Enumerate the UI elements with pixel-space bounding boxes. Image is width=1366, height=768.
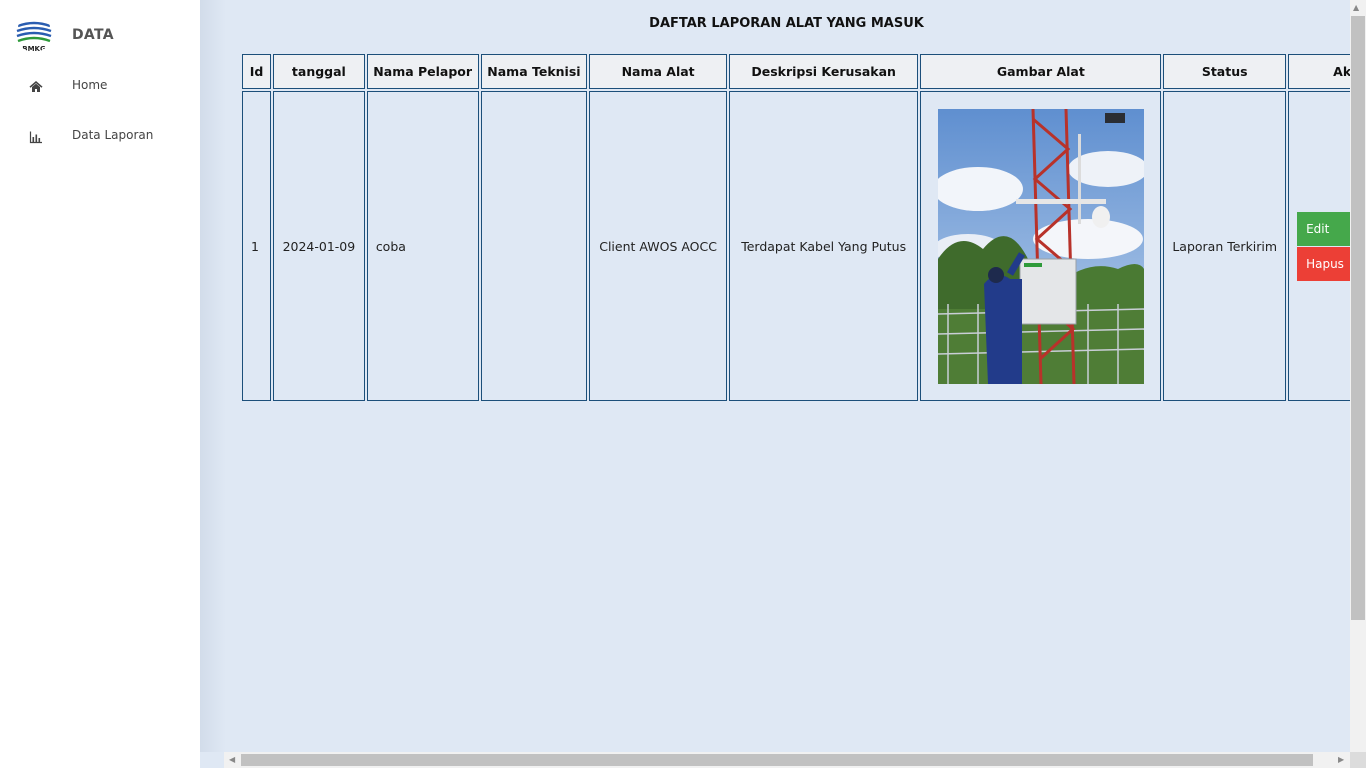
cell-id: 1 — [242, 91, 271, 401]
brand: BMKG DATA — [0, 0, 200, 70]
column-header-nama-pelapor: Nama Pelapor — [366, 54, 479, 89]
sidebar-item-home[interactable]: Home — [0, 66, 200, 106]
bar-chart-icon — [29, 129, 43, 144]
vertical-scrollbar[interactable]: ▲ ▼ — [1350, 0, 1366, 768]
edit-button[interactable]: Edit — [1297, 211, 1350, 246]
table-header-row: Id tanggal Nama Pelapor Nama Teknisi Nam… — [242, 54, 1350, 89]
cell-aksi: Edit Hapus — [1288, 91, 1350, 401]
cell-gambar — [920, 91, 1162, 401]
sidebar: BMKG DATA Home Data Laporan — [0, 0, 200, 768]
column-header-id: Id — [242, 54, 271, 89]
column-header-aksi: Aksi — [1288, 54, 1350, 89]
column-header-nama-teknisi: Nama Teknisi — [480, 54, 588, 89]
reports-table: Id tanggal Nama Pelapor Nama Teknisi Nam… — [240, 52, 1350, 403]
cell-status: Laporan Terkirim — [1163, 91, 1287, 401]
content-shadow — [200, 0, 226, 752]
sidebar-item-data-laporan[interactable]: Data Laporan — [0, 116, 200, 156]
scroll-up-icon[interactable]: ▲ — [1353, 3, 1359, 12]
cell-deskripsi: Terdapat Kabel Yang Putus — [728, 91, 919, 401]
cell-tanggal: 2024-01-09 — [272, 91, 365, 401]
page-title: DAFTAR LAPORAN ALAT YANG MASUK — [649, 16, 924, 31]
cell-nama-pelapor: coba — [366, 91, 479, 401]
column-header-gambar: Gambar Alat — [920, 54, 1162, 89]
column-header-nama-alat: Nama Alat — [589, 54, 727, 89]
horizontal-scrollbar[interactable]: ◀ ▶ — [224, 752, 1350, 768]
delete-button[interactable]: Hapus — [1297, 246, 1350, 281]
main-content[interactable]: DAFTAR LAPORAN ALAT YANG MASUK Id tangga… — [200, 0, 1350, 752]
column-header-status: Status — [1163, 54, 1287, 89]
column-header-tanggal: tanggal — [272, 54, 365, 89]
horizontal-scroll-thumb[interactable] — [241, 754, 1313, 766]
scroll-left-icon[interactable]: ◀ — [229, 755, 235, 764]
cell-nama-alat: Client AWOS AOCC — [589, 91, 727, 401]
svg-text:BMKG: BMKG — [22, 45, 46, 52]
vertical-scroll-thumb[interactable] — [1351, 16, 1365, 620]
home-icon — [29, 79, 43, 93]
equipment-photo — [937, 108, 1144, 384]
scroll-right-icon[interactable]: ▶ — [1338, 755, 1344, 764]
sidebar-item-label: Home — [72, 78, 108, 92]
table-row: 1 2024-01-09 coba Client AWOS AOCC Terda… — [242, 91, 1350, 401]
cell-nama-teknisi — [480, 91, 588, 401]
content-bottom-strip — [200, 752, 224, 768]
sidebar-item-label: Data Laporan — [72, 128, 154, 142]
brand-title: DATA — [72, 27, 114, 43]
bmkg-logo: BMKG — [16, 16, 52, 52]
scrollbar-corner — [1350, 752, 1366, 768]
column-header-deskripsi: Deskripsi Kerusakan — [728, 54, 919, 89]
